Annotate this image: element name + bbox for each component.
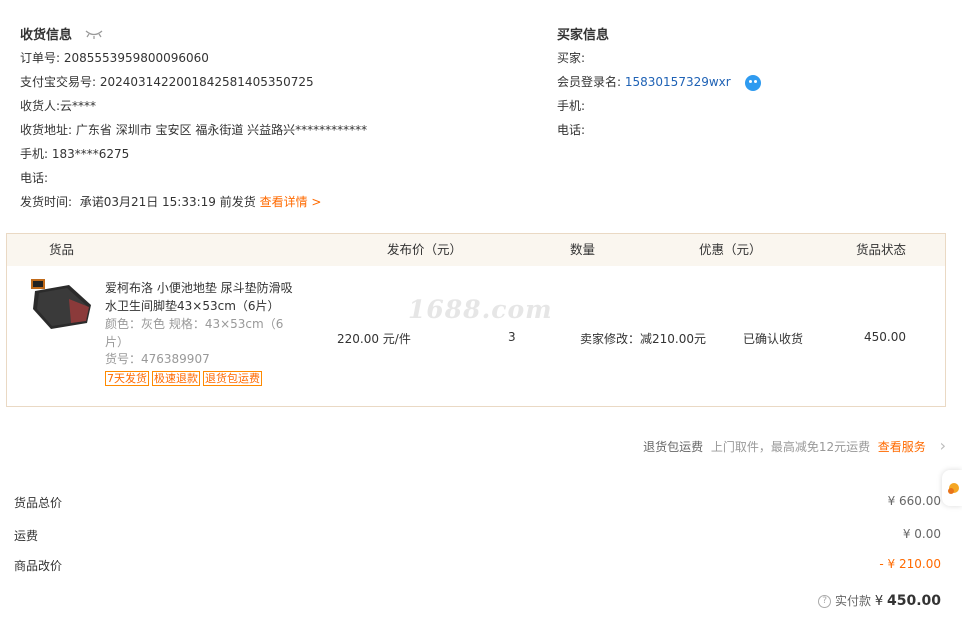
item-qty: 3 xyxy=(508,330,516,344)
tag-fast-refund: 极速退款 xyxy=(152,371,200,386)
tag-return-shipping: 退货包运费 xyxy=(203,371,262,386)
order-number: 2085553959800096060 xyxy=(63,51,209,65)
buyer-phone-row: 电话: xyxy=(557,123,586,137)
header-price: 发布价（元） xyxy=(387,242,463,257)
order-number-row: 订单号: 2085553959800096060 xyxy=(20,51,209,65)
address-value: 广东省 深圳市 宝安区 福永街道 兴益路兴************ xyxy=(75,123,368,137)
chat-icon[interactable] xyxy=(744,74,761,91)
service-title: 退货包运费 xyxy=(643,440,704,454)
question-icon[interactable]: ? xyxy=(818,595,832,608)
alipay-number: 2024031422001842581405350725 xyxy=(99,75,314,89)
receiver-name: 云**** xyxy=(60,99,97,113)
tag-7day-ship: 7天发货 xyxy=(105,371,149,386)
goods-total-label: 货品总价 xyxy=(14,496,63,510)
goods-total-value: ¥ 660.00 xyxy=(887,494,941,508)
item-discount: 卖家修改：减210.00元 xyxy=(580,332,706,346)
product-image[interactable] xyxy=(29,279,95,331)
return-shipping-service: 退货包运费 上门取件，最高减免12元运费 查看服务 › xyxy=(643,436,946,457)
price-adjust-label: 商品改价 xyxy=(14,559,63,573)
paid-total-row: ? 实付款 ¥ 450.00 xyxy=(818,591,941,612)
view-service-link[interactable]: 查看服务 xyxy=(878,440,926,454)
product-sku: 货号：476389907 xyxy=(105,352,210,366)
phone-row: 电话: xyxy=(20,171,49,185)
alipay-number-row: 支付宝交易号: 2024031422001842581405350725 xyxy=(20,75,314,89)
eye-closed-icon[interactable] xyxy=(85,28,103,43)
product-title[interactable]: 爱柯布洛 小便池地垫 尿斗垫防滑吸水卫生间脚垫43×53cm（6片） xyxy=(105,279,295,315)
paid-label: 实付款 xyxy=(835,594,872,608)
price-adjust-value: - ¥ 210.00 xyxy=(879,557,941,571)
paid-amount: 450.00 xyxy=(886,593,941,609)
buyer-info-title: 买家信息 xyxy=(557,28,610,43)
ship-time-value: 承诺03月21日 15:33:19 前发货 xyxy=(79,195,256,209)
header-discount: 优惠（元） xyxy=(699,242,762,257)
shipping-fee-label: 运费 xyxy=(14,529,39,543)
item-status: 已确认收货 xyxy=(743,332,804,346)
member-row: 会员登录名: 15830157329wxr xyxy=(557,70,761,94)
floating-widget[interactable] xyxy=(942,470,962,506)
service-desc: 上门取件，最高减免12元运费 xyxy=(710,440,871,454)
product-spec: 颜色：灰色 规格：43×53cm（6片） xyxy=(105,317,284,349)
address-row: 收货地址: 广东省 深圳市 宝安区 福永街道 兴益路兴************ xyxy=(20,123,368,137)
paid-currency: ¥ xyxy=(874,594,884,609)
item-price: 220.00 元/件 xyxy=(337,332,411,346)
mobile-row: 手机: 183****6275 xyxy=(20,147,130,161)
member-login-name[interactable]: 15830157329wxr xyxy=(625,75,731,89)
site-watermark: 1688.com xyxy=(408,295,553,324)
receiver-row: 收货人:云**** xyxy=(20,99,97,113)
chevron-right-icon[interactable]: › xyxy=(940,436,946,455)
view-details-link[interactable]: 查看详情 > xyxy=(260,195,322,209)
header-qty: 数量 xyxy=(570,242,596,257)
service-tags: 7天发货 极速退款 退货包运费 xyxy=(105,371,265,386)
shipping-info-title: 收货信息 xyxy=(20,24,103,43)
shipping-fee-value: ¥ 0.00 xyxy=(902,527,941,541)
header-goods: 货品 xyxy=(49,242,75,257)
mobile-value: 183****6275 xyxy=(51,147,130,161)
item-amount: 450.00 xyxy=(864,330,906,344)
buyer-row: 买家: xyxy=(557,51,586,65)
buyer-mobile-row: 手机: xyxy=(557,99,586,113)
header-status: 货品状态 xyxy=(856,242,907,257)
table-header: 货品 发布价（元） 数量 优惠（元） 货品状态 xyxy=(7,234,945,266)
ship-time-row: 发货时间: 承诺03月21日 15:33:19 前发货 查看详情 > xyxy=(20,195,322,209)
